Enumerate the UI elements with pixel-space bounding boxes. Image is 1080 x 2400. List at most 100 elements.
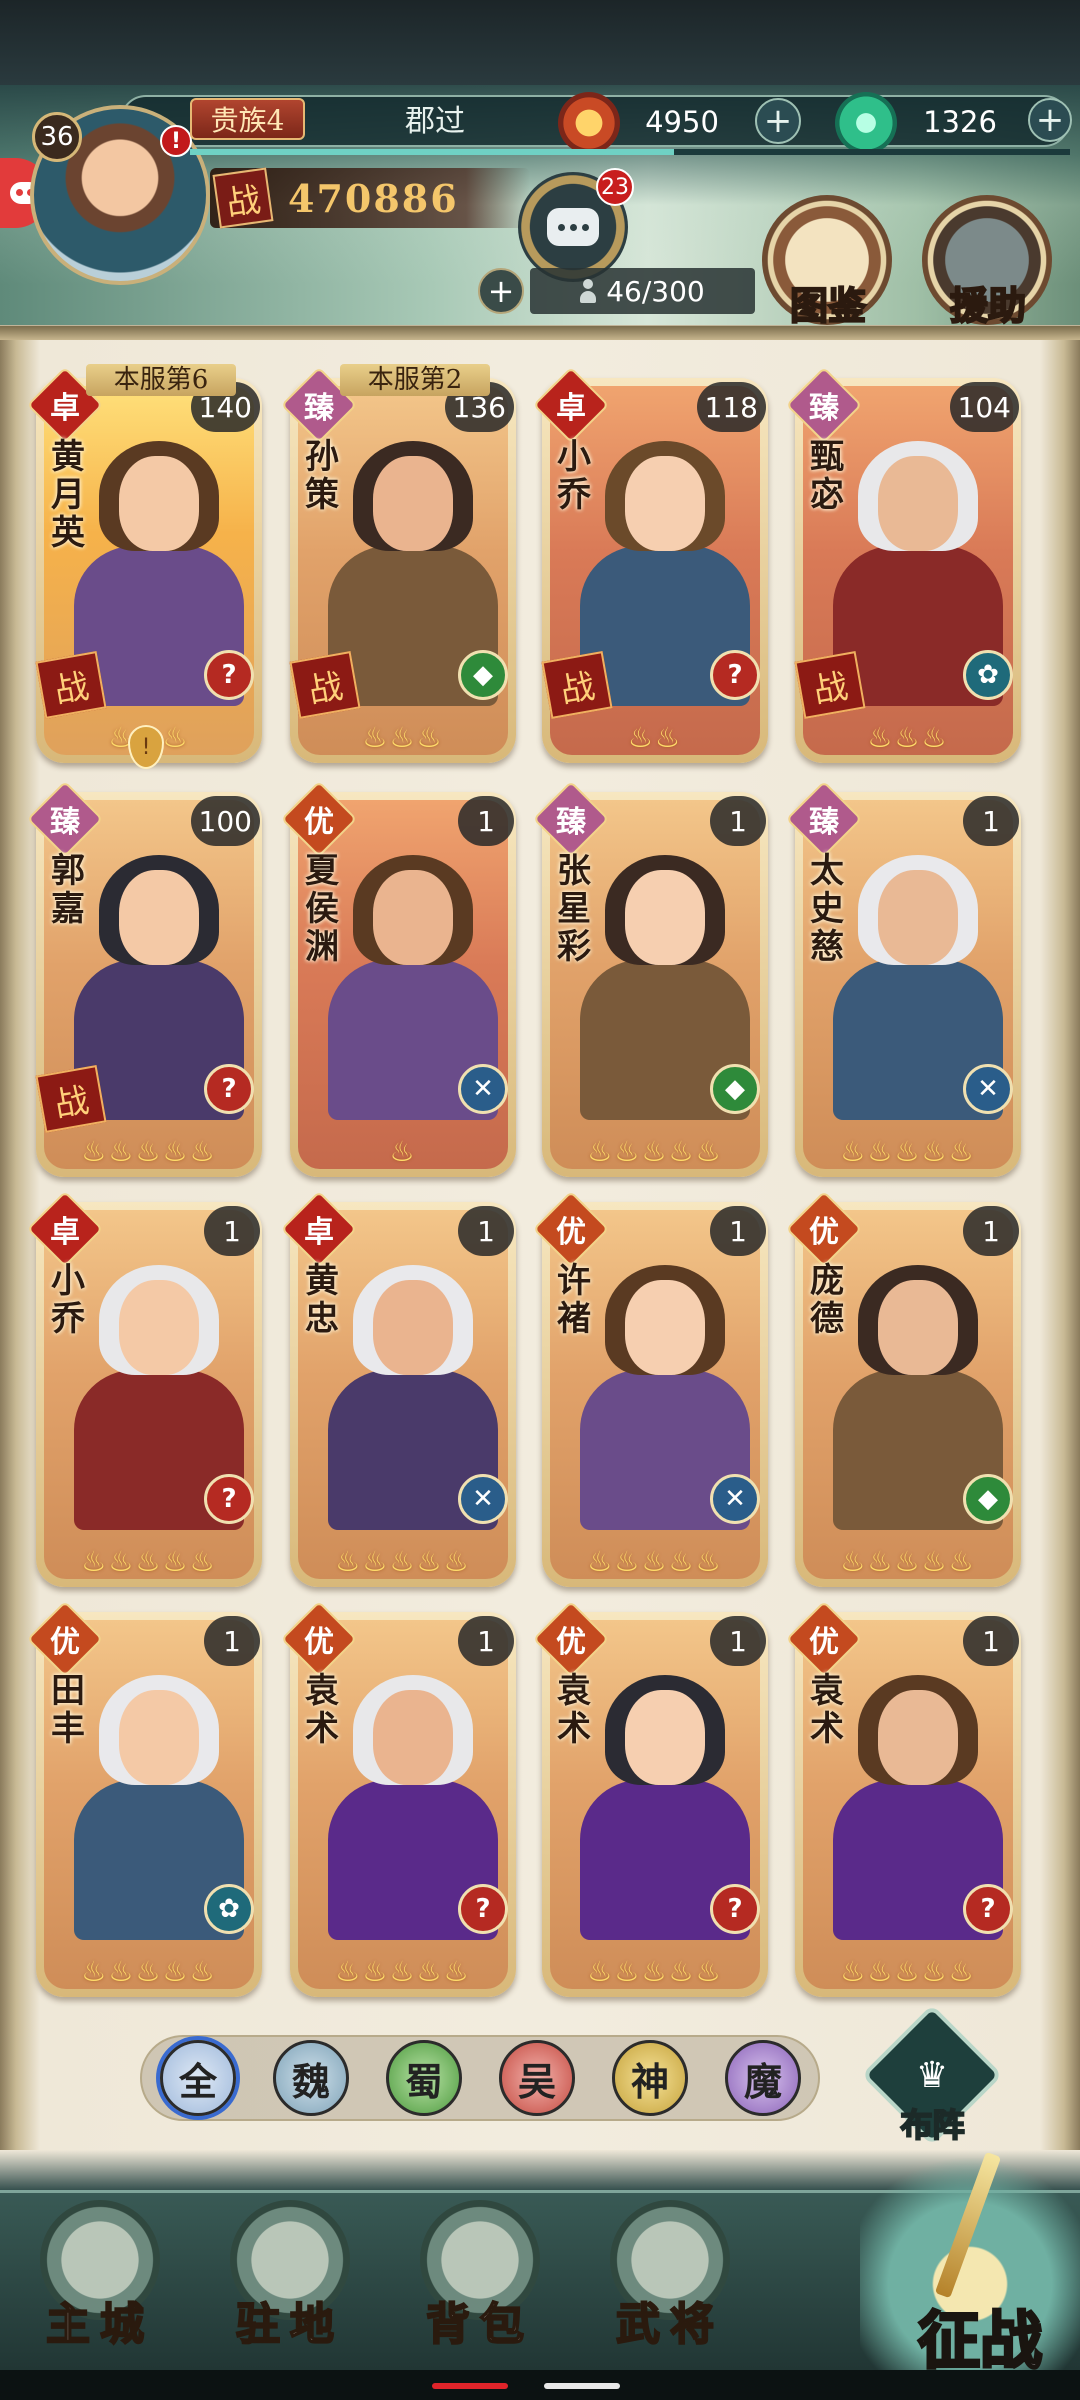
add-gold-button[interactable]: + <box>755 98 801 144</box>
app-root: 36 ! 贵族4 郡过 4950 + 1326 + 战 470886 23 + … <box>0 0 1080 2400</box>
power-icon: 战 <box>212 167 274 229</box>
faction-wu-button[interactable]: 吴 <box>499 2040 575 2116</box>
hero-level: 1 <box>963 796 1019 846</box>
hero-class-icon: ? <box>204 1474 254 1524</box>
hero-stars: ♨♨♨ <box>867 721 949 754</box>
hero-name: 袁术 <box>557 1671 591 1749</box>
power-value: 470886 <box>288 175 459 221</box>
add-jade-button[interactable]: + <box>1028 98 1072 142</box>
hero-card[interactable]: 优 1 袁术? ♨♨♨♨♨ <box>532 1600 768 1997</box>
hero-name: 小乔 <box>557 437 591 515</box>
hero-card[interactable]: 卓 1 黄忠 ✕ ♨♨♨♨♨ <box>280 1190 516 1587</box>
hero-card[interactable]: 优 1 许褚 ✕ ♨♨♨♨♨ <box>532 1190 768 1587</box>
hero-grade: 臻 <box>809 805 839 840</box>
hero-card[interactable]: 优 1 袁术? ♨♨♨♨♨ <box>280 1600 516 1997</box>
hero-level: 1 <box>710 1616 766 1666</box>
hero-card[interactable]: 臻 104 甄宓战 ✿ ♨♨♨ <box>785 366 1021 763</box>
hero-class-icon: ? <box>204 650 254 700</box>
hero-card[interactable]: 优 1 袁术? ♨♨♨♨♨ <box>785 1600 1021 1997</box>
hero-stars: ♨♨♨♨♨ <box>840 1545 976 1578</box>
hero-grade: 优 <box>304 1625 334 1660</box>
hero-name: 小乔 <box>51 1261 85 1339</box>
avatar-alert-badge: ! <box>160 125 192 157</box>
hero-grade: 卓 <box>556 391 586 426</box>
faction-wei-button[interactable]: 魏 <box>273 2040 349 2116</box>
xp-bar <box>190 149 1070 155</box>
codex-label: 图鉴 <box>789 282 867 329</box>
hero-card[interactable]: 卓140黄月英本服第6战?♨♨♨! <box>26 364 262 769</box>
hero-class-icon: ✕ <box>710 1474 760 1524</box>
hero-level: 1 <box>710 796 766 846</box>
hero-level: 1 <box>963 1616 1019 1666</box>
hero-stars: ♨ <box>389 1135 417 1168</box>
hero-class-icon: ✕ <box>458 1064 508 1114</box>
faction-filter-bar <box>140 2035 820 2121</box>
hero-card[interactable]: 臻 100 郭嘉战? ♨♨♨♨♨ <box>26 780 262 1177</box>
hero-class-icon: ✕ <box>963 1064 1013 1114</box>
faction-shu-button[interactable]: 蜀 <box>386 2040 462 2116</box>
hero-card[interactable]: 臻 1 太史慈 ✕ ♨♨♨♨♨ <box>785 780 1021 1177</box>
hero-level: 1 <box>963 1206 1019 1256</box>
nav-bag-button[interactable]: 背包 <box>395 2180 565 2370</box>
in-battle-badge: 战 <box>35 1065 107 1133</box>
campaign-button[interactable]: 征战 <box>860 2140 1080 2380</box>
hero-card[interactable]: 臻 136 孙策 本服第2 战 ◆ ♨♨♨ <box>280 364 516 763</box>
status-bar <box>0 0 1080 85</box>
hero-card[interactable]: 卓 118 小乔战? ♨♨ <box>532 366 768 763</box>
chat-unread-badge: 23 <box>596 168 634 206</box>
hero-grade: 优 <box>304 805 334 840</box>
hero-name: 黄月英 <box>51 437 85 553</box>
hero-stars: ♨♨♨♨♨ <box>81 1545 217 1578</box>
hero-class-icon: ◆ <box>710 1064 760 1114</box>
nav-generals-button[interactable]: 武将 <box>585 2180 755 2370</box>
hero-name: 夏侯渊 <box>305 851 339 967</box>
server-rank-tag: 本服第6 <box>86 364 236 396</box>
hero-name: 庞德 <box>810 1261 844 1339</box>
hero-name: 太史慈 <box>810 851 844 967</box>
hero-name: 田丰 <box>51 1671 85 1749</box>
player-name: 郡过 <box>405 104 465 139</box>
in-battle-badge: 战 <box>794 651 866 719</box>
gesture-indicator-right[interactable] <box>544 2383 620 2389</box>
jade-amount: 1326 <box>923 105 997 139</box>
upgrade-pin-badge: ! <box>128 725 164 769</box>
noble-rank-badge[interactable]: 贵族4 <box>190 98 305 140</box>
hero-card[interactable]: 卓 1 小乔? ♨♨♨♨♨ <box>26 1190 262 1587</box>
formation-label: 布阵 <box>899 2105 965 2145</box>
hero-card[interactable]: 优 1 田丰 ✿ ♨♨♨♨♨ <box>26 1600 262 1997</box>
hero-stars: ♨♨♨♨♨ <box>335 1955 471 1988</box>
hero-card[interactable]: 优 1 夏侯渊 ✕ ♨ <box>280 780 516 1177</box>
hero-grade: 臻 <box>809 391 839 426</box>
hero-class-icon: ? <box>963 1884 1013 1934</box>
hero-class-icon: ? <box>710 1884 760 1934</box>
hero-level: 1 <box>710 1206 766 1256</box>
gold-coin-icon <box>558 92 620 154</box>
hero-name: 袁术 <box>810 1671 844 1749</box>
gesture-indicator-left <box>432 2383 508 2389</box>
hero-class-icon: ◆ <box>458 650 508 700</box>
hero-level: 1 <box>458 1616 514 1666</box>
hero-name: 许褚 <box>557 1261 591 1339</box>
hero-grade: 臻 <box>304 391 334 426</box>
campaign-label: 征战 <box>916 2303 1043 2379</box>
faction-shen-button[interactable]: 神 <box>612 2040 688 2116</box>
in-battle-badge: 战 <box>289 651 361 719</box>
hero-capacity: 46/300 <box>530 268 755 314</box>
hero-card[interactable]: 臻 1 张星彩 ◆ ♨♨♨♨♨ <box>532 780 768 1177</box>
system-nav-bar <box>0 2370 1080 2400</box>
hero-grade: 优 <box>556 1215 586 1250</box>
nav-city-button[interactable]: 主城 <box>15 2180 185 2370</box>
hero-name: 孙策 <box>305 437 339 515</box>
hero-card[interactable]: 优 1 庞德 ◆ ♨♨♨♨♨ <box>785 1190 1021 1587</box>
faction-all-button[interactable]: 全 <box>160 2040 236 2116</box>
person-icon <box>580 279 597 303</box>
nav-bag-label: 背包 <box>425 2298 534 2351</box>
faction-mo-button[interactable]: 魔 <box>725 2040 801 2116</box>
hero-grade: 卓 <box>304 1215 334 1250</box>
hero-class-icon: ◆ <box>963 1474 1013 1524</box>
gold-amount: 4950 <box>645 105 719 139</box>
chat-bubble-icon <box>547 208 599 246</box>
expand-capacity-button[interactable]: + <box>478 268 524 314</box>
nav-camp-button[interactable]: 驻地 <box>205 2180 375 2370</box>
jade-icon <box>835 92 897 154</box>
